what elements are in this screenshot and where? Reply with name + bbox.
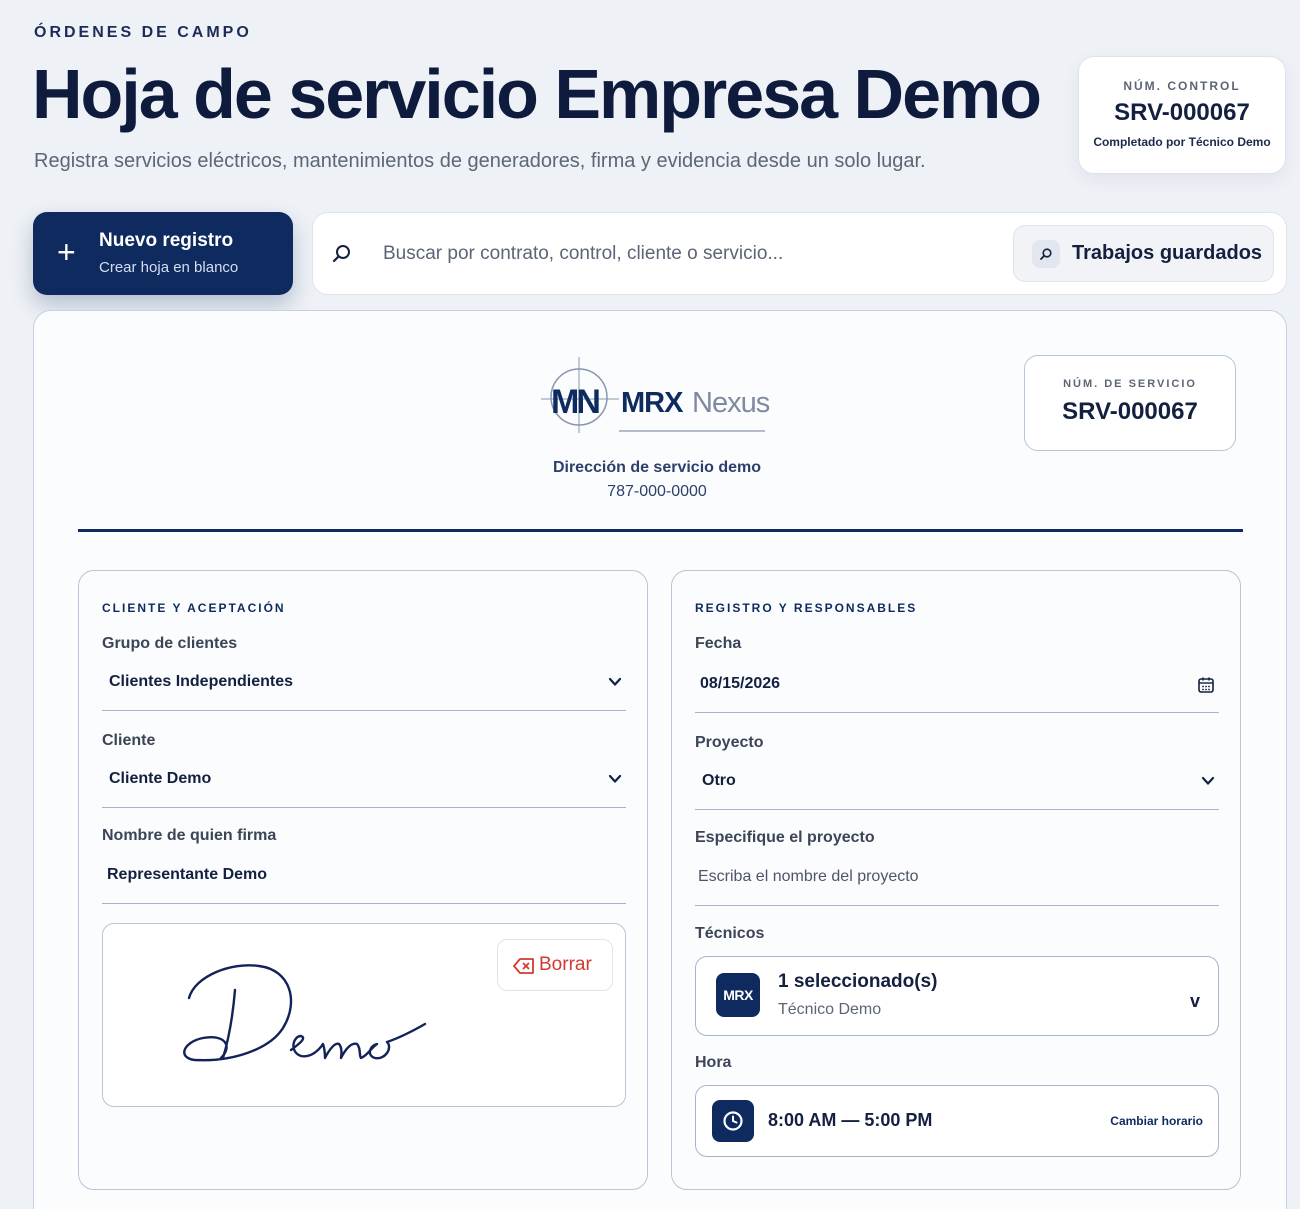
page-eyebrow: ÓRDENES DE CAMPO [34,24,252,41]
clear-signature-button[interactable]: Borrar [497,939,613,991]
time-label: Hora [695,1054,732,1071]
service-number-label: NÚM. DE SERVICIO [1063,378,1197,390]
service-address: Dirección de servicio demo [552,459,762,476]
service-phone: 787-000-0000 [607,483,707,500]
chevron-down-icon [1201,776,1215,785]
change-schedule-button[interactable]: Cambiar horario [1110,1114,1203,1128]
new-record-title: Nuevo registro [99,230,234,251]
svg-text:MN: MN [551,383,599,421]
time-range-field: 8:00 AM — 5:00 PM Cambiar horario [695,1085,1219,1157]
record-responsibles-panel: REGISTRO Y RESPONSABLES Fecha 08/15/2026… [671,570,1241,1190]
project-label: Proyecto [695,734,764,751]
project-select[interactable]: Otro [695,766,1219,810]
client-label: Cliente [102,732,156,749]
calendar-icon[interactable] [1197,676,1215,694]
new-record-button[interactable]: + Nuevo registro Crear hoja en blanco [33,212,293,295]
company-logo: MN MRX Nexus [541,357,771,433]
plus-icon: + [57,234,76,270]
chevron-down-icon [608,774,622,783]
time-range-value: 8:00 AM — 5:00 PM [768,1110,933,1130]
client-value: Cliente Demo [109,770,212,787]
date-input[interactable]: 08/15/2026 [695,669,1219,713]
technicians-label: Técnicos [695,925,765,942]
service-number-card: NÚM. DE SERVICIO SRV-000067 [1024,355,1236,451]
signature-drawing [183,964,427,1062]
technicians-selected-count: 1 seleccionado(s) [778,971,938,992]
clear-signature-label: Borrar [539,954,592,975]
page-subtitle: Registra servicios eléctricos, mantenimi… [34,150,926,172]
signer-name-label: Nombre de quien firma [102,827,277,844]
search-icon [332,245,350,263]
client-acceptance-panel: CLIENTE Y ACEPTACIÓN Grupo de clientes C… [78,570,648,1190]
record-panel-title: REGISTRO Y RESPONSABLES [695,601,918,615]
signer-name-input[interactable]: Representante Demo [102,860,626,904]
saved-jobs-search-icon [1032,240,1060,268]
service-sheet: MN MRX Nexus Dirección de servicio demo … [33,310,1287,1209]
logo-wordmark-2: Nexus [692,387,770,419]
clock-icon [712,1100,754,1142]
date-value: 08/15/2026 [700,675,781,692]
date-label: Fecha [695,635,742,652]
signer-name-value: Representante Demo [107,866,268,883]
new-record-subtitle: Crear hoja en blanco [99,259,239,276]
control-number-card: NÚM. CONTROL SRV-000067 Completado por T… [1078,56,1286,174]
search-bar: Trabajos guardados [312,212,1287,295]
client-panel-title: CLIENTE Y ACEPTACIÓN [102,601,286,615]
header-divider [78,529,1243,532]
client-group-value: Clientes Independientes [109,673,294,690]
logo-wordmark: MRX [621,387,684,419]
technician-name: Técnico Demo [778,1001,882,1018]
page-title: Hoja de servicio Empresa Demo [32,55,1042,133]
client-select[interactable]: Cliente Demo [102,764,626,808]
client-group-label: Grupo de clientes [102,635,238,652]
eraser-icon [513,958,534,974]
control-number-label: NÚM. CONTROL [1123,79,1241,93]
signature-pad[interactable]: Borrar [102,923,626,1107]
control-number-value: SRV-000067 [1114,99,1250,126]
project-value: Otro [702,772,736,789]
technician-avatar: MRX [716,973,760,1017]
specify-project-label: Especifique el proyecto [695,829,875,846]
completed-by-text: Completado por Técnico Demo [1093,135,1271,149]
client-group-select[interactable]: Clientes Independientes [102,667,626,711]
specify-project-placeholder: Escriba el nombre del proyecto [698,868,919,885]
chevron-down-icon [608,677,622,686]
search-input[interactable] [383,237,983,271]
saved-jobs-button[interactable]: Trabajos guardados [1013,225,1274,282]
service-number-value: SRV-000067 [1062,398,1198,425]
chevron-down-icon: v [1189,991,1200,1011]
specify-project-input[interactable]: Escriba el nombre del proyecto [695,862,1219,906]
saved-jobs-label: Trabajos guardados [1072,242,1263,264]
technicians-select[interactable]: MRX 1 seleccionado(s) Técnico Demo v [695,956,1219,1036]
